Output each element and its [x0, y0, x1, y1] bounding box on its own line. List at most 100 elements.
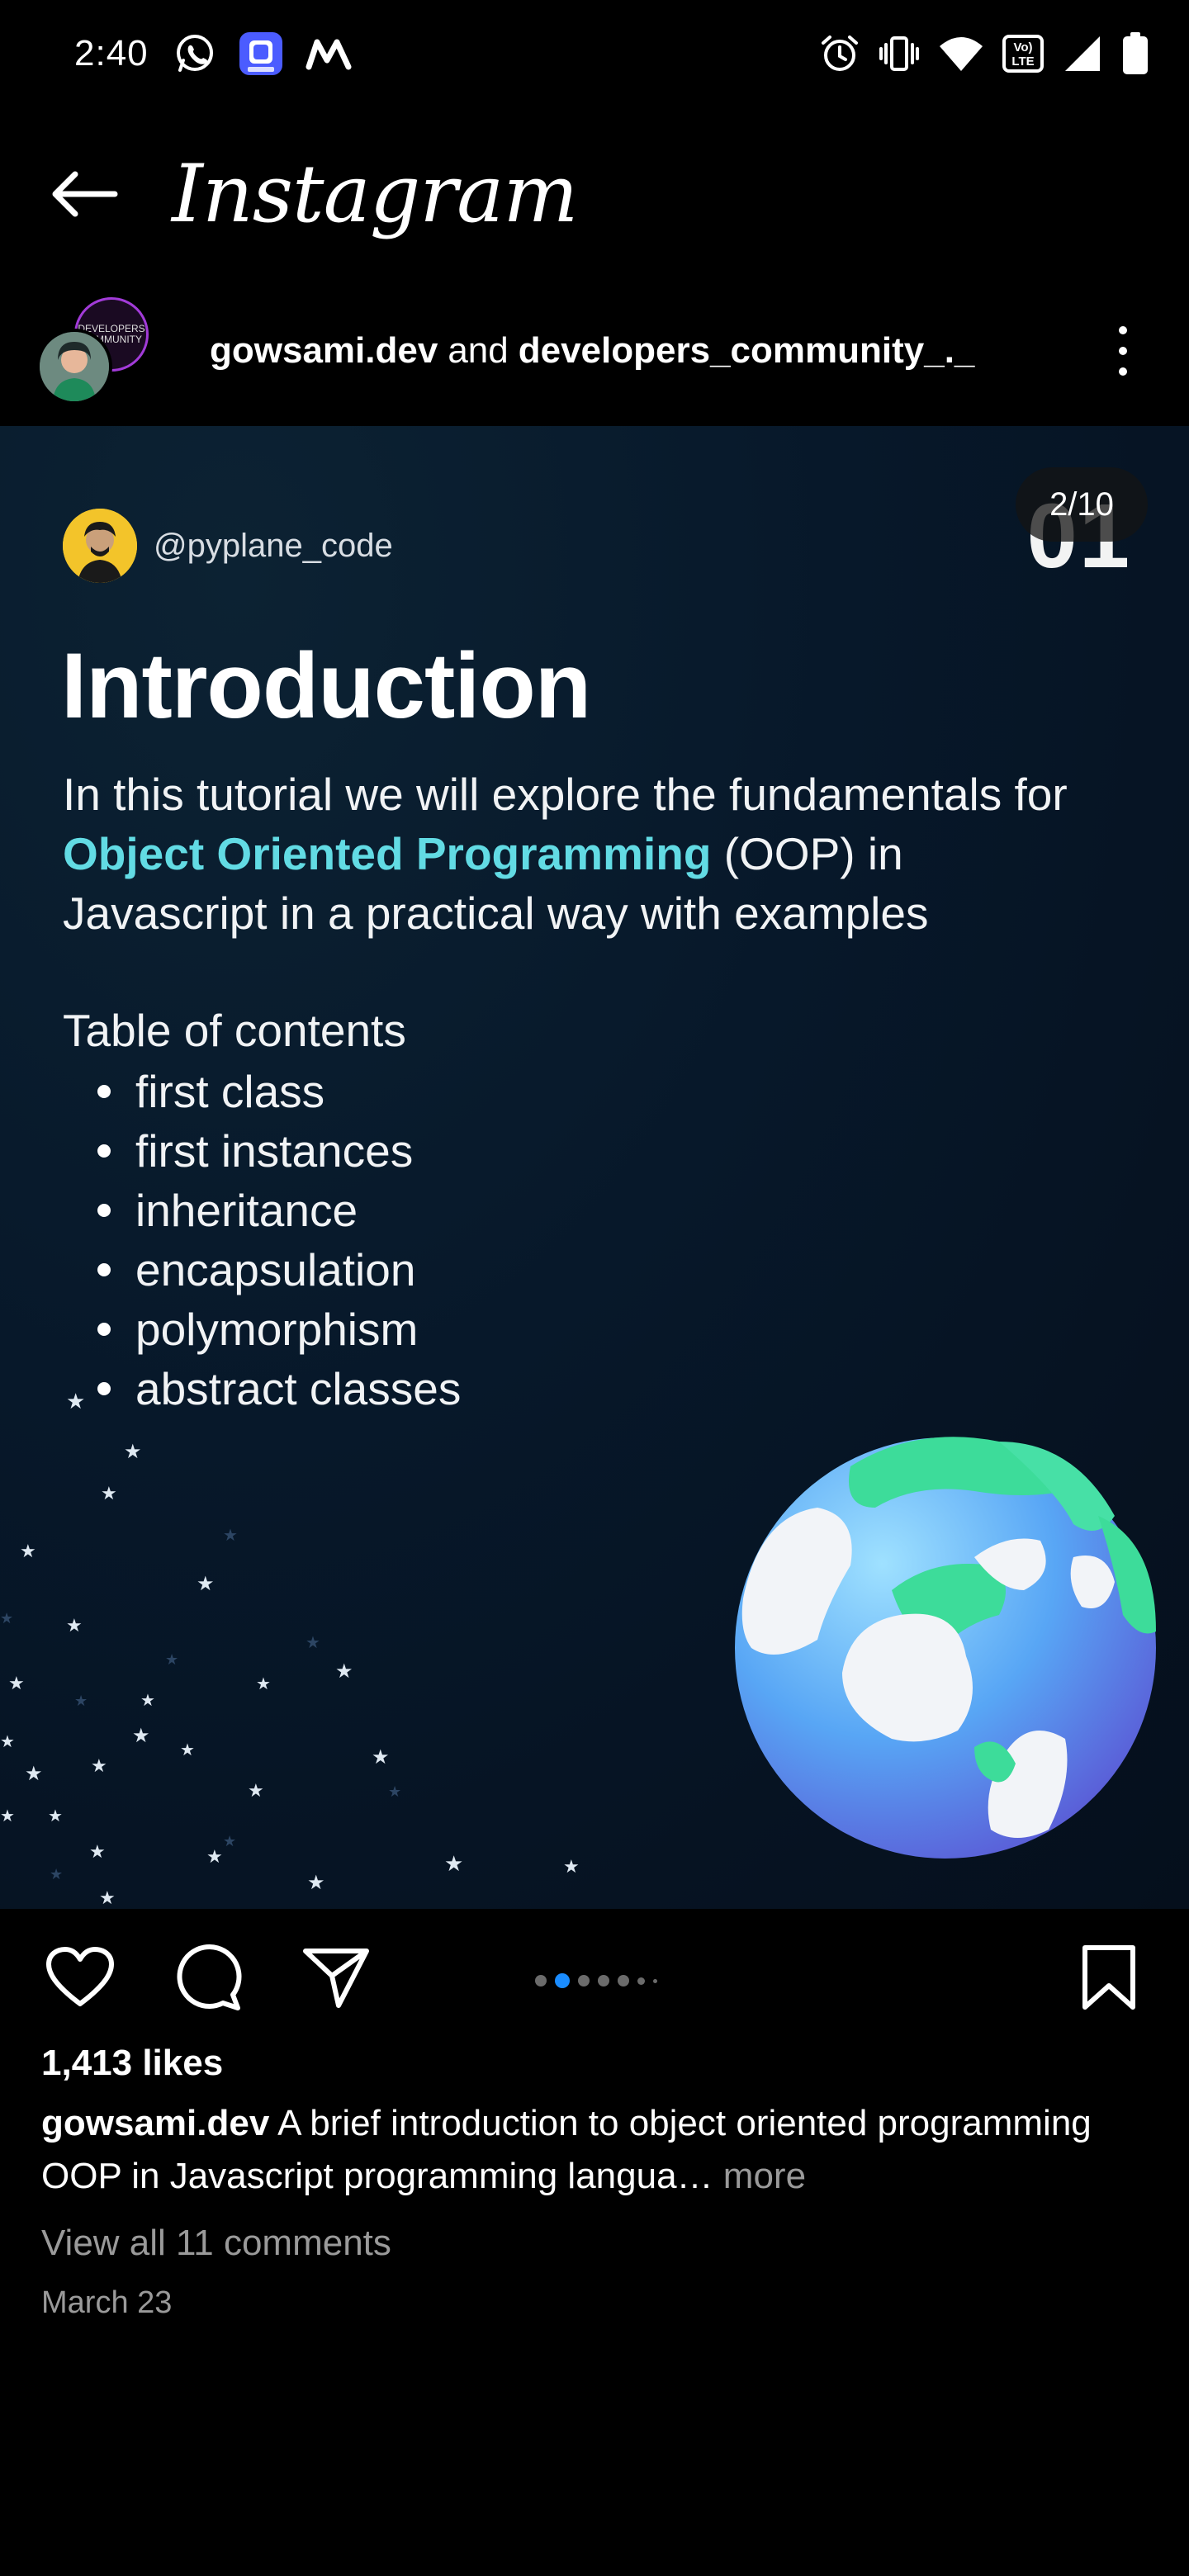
arrow-left-icon: [52, 171, 118, 217]
carousel-dot: [535, 1975, 547, 1986]
comment-bubble-icon: [177, 1944, 242, 2010]
vibrate-icon: [879, 33, 920, 74]
carousel-dot: [598, 1975, 609, 1986]
svg-text:★: ★: [20, 1541, 36, 1561]
like-button[interactable]: [43, 1940, 117, 2015]
svg-text:★: ★: [99, 1887, 116, 1908]
carousel-dot-active: [555, 1973, 570, 1988]
toc-list: first class first instances inheritance …: [97, 1062, 461, 1418]
save-button[interactable]: [1072, 1940, 1146, 2015]
svg-text:★: ★: [388, 1783, 401, 1800]
svg-text:★: ★: [25, 1763, 43, 1785]
post-media[interactable]: 2/10 01 @pyplane_code Introduction In th…: [0, 426, 1189, 1909]
svg-text:★: ★: [165, 1651, 178, 1668]
view-comments-link[interactable]: View all 11 comments: [41, 2223, 391, 2264]
svg-text:★: ★: [0, 1610, 13, 1627]
svg-text:★: ★: [91, 1755, 107, 1776]
stars-decoration: ★ ★ ★ ★ ★ ★ ★ ★ ★ ★ ★ ★ ★ ★ ★ ★ ★ ★ ★ ★: [0, 1389, 580, 1908]
toc-item: first class: [97, 1062, 461, 1121]
status-bar: 2:40 Vo) LTE: [0, 0, 1189, 107]
collab-avatars[interactable]: DEVELOPERS COMMUNITY: [33, 289, 198, 413]
slide-counter: 2/10: [1016, 467, 1148, 542]
svg-text:★: ★: [50, 1866, 63, 1882]
carousel-dot: [637, 1977, 645, 1985]
caption-more-link[interactable]: more: [713, 2156, 806, 2196]
carousel-indicator: [535, 1973, 657, 1988]
toc-heading: Table of contents: [63, 1005, 406, 1056]
likes-count[interactable]: 1,413 likes: [41, 2043, 223, 2084]
svg-text:★: ★: [140, 1692, 155, 1710]
status-left-icons: [173, 31, 352, 77]
intro-highlight: Object Oriented Programming: [63, 828, 712, 879]
battery-icon: [1121, 31, 1149, 76]
author-primary-link[interactable]: gowsami.dev: [210, 330, 438, 372]
more-vertical-icon: [1119, 326, 1127, 334]
post-caption: gowsami.dev A brief introduction to obje…: [41, 2097, 1156, 2203]
svg-text:★: ★: [132, 1725, 150, 1747]
svg-text:★: ★: [0, 1733, 15, 1751]
post-header: DEVELOPERS COMMUNITY gowsami.dev and dev…: [0, 289, 1189, 413]
status-time: 2:40: [74, 33, 149, 73]
svg-text:★: ★: [101, 1483, 117, 1503]
back-button[interactable]: [46, 157, 121, 231]
svg-text:★: ★: [563, 1856, 580, 1877]
svg-text:★: ★: [66, 1389, 85, 1413]
volte-icon: Vo) LTE: [1002, 33, 1044, 74]
handle-avatar: [63, 509, 137, 583]
toc-item: inheritance: [97, 1181, 461, 1240]
svg-text:★: ★: [335, 1660, 353, 1683]
carousel-dot: [578, 1975, 590, 1986]
svg-text:★: ★: [372, 1746, 390, 1769]
toc-item: encapsulation: [97, 1240, 461, 1300]
author-secondary-link[interactable]: developers_community_._: [519, 330, 975, 372]
svg-text:★: ★: [256, 1675, 271, 1693]
slide-handle: @pyplane_code: [63, 509, 393, 583]
svg-text:Vo): Vo): [1013, 40, 1032, 54]
post-date: March 23: [41, 2285, 173, 2320]
whatsapp-icon: [173, 32, 216, 75]
svg-text:★: ★: [124, 1441, 142, 1463]
toc-item: first instances: [97, 1121, 461, 1181]
bookmark-icon: [1082, 1945, 1135, 2010]
app-screen: 2:40 Vo) LTE Instagram DEVELOPERS COMMUN…: [0, 0, 1189, 2576]
svg-text:★: ★: [306, 1634, 320, 1652]
carousel-dot: [653, 1978, 657, 1983]
svg-text:★: ★: [74, 1693, 88, 1709]
svg-text:★: ★: [444, 1851, 463, 1876]
send-icon: [303, 1949, 369, 2008]
slide-title: Introduction: [61, 634, 591, 737]
svg-text:★: ★: [0, 1807, 15, 1825]
wifi-icon: [938, 35, 984, 73]
maps-m-icon: [306, 37, 352, 70]
svg-text:★: ★: [8, 1673, 25, 1693]
svg-text:★: ★: [48, 1807, 63, 1825]
author-avatar[interactable]: [36, 329, 112, 405]
signal-icon: [1062, 33, 1103, 74]
svg-text:★: ★: [223, 1527, 238, 1545]
slide-intro: In this tutorial we will explore the fun…: [63, 765, 1103, 943]
instagram-wordmark: Instagram: [172, 148, 578, 240]
share-button[interactable]: [299, 1940, 373, 2015]
post-authors: gowsami.dev and developers_community_._: [210, 330, 974, 372]
toc-item: polymorphism: [97, 1300, 461, 1359]
intro-text-before: In this tutorial we will explore the fun…: [63, 769, 1068, 820]
author-joiner: and: [448, 330, 509, 371]
caption-username[interactable]: gowsami.dev: [41, 2103, 269, 2143]
svg-text:★: ★: [307, 1872, 325, 1894]
action-bar: [0, 1932, 1189, 2023]
svg-text:★: ★: [197, 1573, 215, 1595]
svg-text:LTE: LTE: [1011, 54, 1034, 69]
svg-text:★: ★: [248, 1780, 264, 1801]
svg-text:★: ★: [223, 1833, 236, 1849]
app-badge-icon: [238, 31, 284, 77]
app-header: Instagram: [0, 132, 1189, 256]
heart-icon: [46, 1947, 114, 2006]
more-options-button[interactable]: [1106, 326, 1139, 376]
globe-illustration: [735, 1437, 1156, 1859]
comment-button[interactable]: [172, 1940, 246, 2015]
alarm-icon: [819, 33, 860, 74]
handle-text: @pyplane_code: [154, 527, 393, 564]
svg-text:★: ★: [89, 1841, 106, 1862]
svg-text:★: ★: [206, 1846, 223, 1867]
status-right-icons: Vo) LTE: [819, 31, 1149, 76]
